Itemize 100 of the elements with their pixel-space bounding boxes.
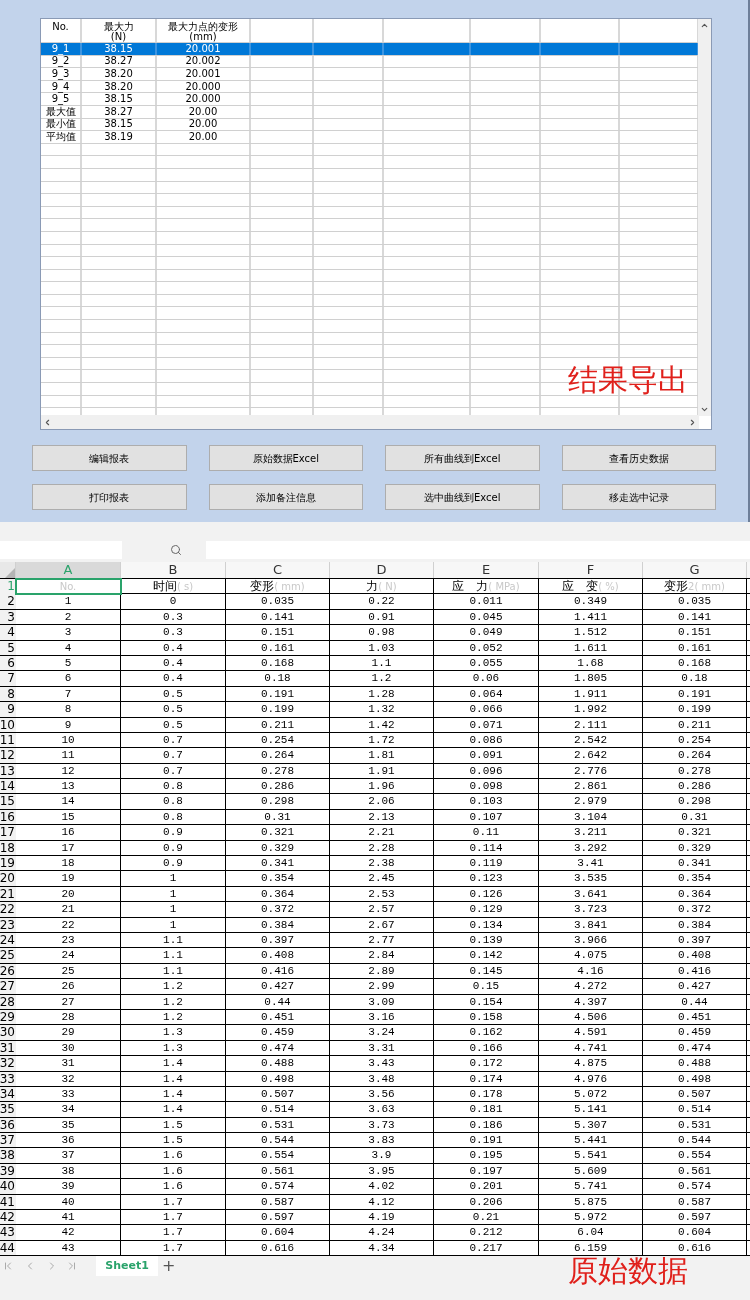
row-header[interactable]: 4 [0, 625, 16, 640]
table-cell: 0.154 [434, 994, 539, 1009]
row-header[interactable]: 22 [0, 902, 16, 917]
first-sheet-icon[interactable] [2, 1260, 14, 1273]
horizontal-scrollbar[interactable] [41, 415, 699, 429]
table-cell: 0.604 [226, 1225, 330, 1240]
table-cell: 17 [16, 840, 121, 856]
table-cell: 22 [16, 917, 121, 932]
table-cell: 0.211 [643, 717, 747, 732]
table-cell: 1.2 [330, 671, 434, 686]
row-header[interactable]: 12 [0, 748, 16, 763]
action-button[interactable]: 查看历史数据 [561, 445, 716, 471]
table-cell: 0.18 [643, 671, 747, 686]
table-cell: 4 [16, 640, 121, 655]
table-cell: 20.000 [185, 81, 221, 92]
row-header[interactable]: 25 [0, 948, 16, 963]
table-cell: 0.514 [226, 1102, 330, 1117]
search-icon[interactable] [169, 544, 182, 556]
row-header[interactable]: 38 [0, 1148, 16, 1163]
row-header[interactable]: 9 [0, 702, 16, 717]
scroll-right-icon[interactable] [688, 417, 697, 427]
table-cell: 8 [16, 702, 121, 717]
action-button[interactable]: 选中曲线到Excel [385, 484, 540, 510]
table-cell: 最小值 [45, 119, 76, 130]
table-cell: 1 [121, 902, 226, 917]
row-header[interactable]: 42 [0, 1210, 16, 1225]
action-button[interactable]: 所有曲线到Excel [385, 445, 540, 471]
table-cell: 7 [16, 686, 121, 702]
table-cell: 0.191 [643, 686, 747, 702]
row-header[interactable]: 14 [0, 779, 16, 794]
table-cell: 0 [121, 594, 226, 609]
action-button[interactable]: 原始数据Excel [208, 445, 363, 471]
row-header[interactable]: 43 [0, 1225, 16, 1240]
table-cell: 0.531 [643, 1117, 747, 1133]
table-cell: 5.741 [539, 1179, 643, 1194]
scroll-up-icon[interactable] [700, 21, 709, 30]
table-cell: 3 [16, 625, 121, 640]
table-cell: 2.45 [330, 871, 434, 886]
table-cell: 0.139 [434, 933, 539, 948]
table-cell: 0.071 [434, 717, 539, 732]
row-header[interactable]: 20 [0, 871, 16, 886]
row-header[interactable]: 40 [0, 1179, 16, 1194]
table-row[interactable]: 9_1 38.15 20.001 [41, 43, 698, 56]
row-header[interactable]: 2 [0, 594, 16, 609]
table-cell: 0.9 [121, 840, 226, 856]
row-header[interactable]: 15 [0, 794, 16, 809]
table-cell: 0.191 [434, 1133, 539, 1148]
table-row[interactable]: 9_5 38.15 20.000 [41, 93, 698, 106]
table-row[interactable]: 平均值 38.19 20.00 [41, 131, 698, 144]
table-cell: 0.7 [121, 732, 226, 748]
row-header[interactable]: 19 [0, 856, 16, 871]
row-header[interactable]: 32 [0, 1056, 16, 1071]
last-sheet-icon[interactable] [66, 1260, 78, 1273]
row-header[interactable]: 30 [0, 1025, 16, 1040]
row-header[interactable]: 37 [0, 1133, 16, 1148]
row-header[interactable]: 17 [0, 825, 16, 840]
table-cell: 0.114 [434, 840, 539, 856]
row-header[interactable]: 35 [0, 1102, 16, 1117]
table-cell: 0.254 [226, 732, 330, 748]
table-cell: 1.91 [330, 763, 434, 779]
action-button[interactable]: 移走选中记录 [561, 484, 716, 510]
table-cell: 1.42 [330, 717, 434, 732]
table-cell: 9_3 [51, 69, 70, 79]
table-cell: 3.535 [539, 871, 643, 886]
table-cell: 0.286 [226, 779, 330, 794]
select-all-corner[interactable] [0, 562, 16, 578]
table-cell: 5.141 [539, 1102, 643, 1117]
table-cell: 2.77 [330, 933, 434, 948]
table-cell: 0.7 [121, 763, 226, 779]
table-cell: 0.9 [121, 856, 226, 871]
action-button[interactable]: 打印报表 [32, 484, 187, 510]
table-cell: 0.168 [226, 655, 330, 671]
table-cell: 3.41 [539, 856, 643, 871]
scroll-down-icon[interactable] [700, 405, 709, 414]
table-cell: 0.15 [434, 979, 539, 994]
table-cell: 1.611 [539, 640, 643, 655]
table-cell: 0.298 [226, 794, 330, 809]
table-cell: 0.561 [226, 1163, 330, 1179]
row-header[interactable]: 27 [0, 979, 16, 994]
vertical-scrollbar[interactable] [698, 19, 711, 416]
table-cell: 0.498 [226, 1071, 330, 1086]
table-cell: 38.15 [104, 119, 133, 130]
scroll-left-icon[interactable] [43, 417, 52, 427]
table-cell: 0.498 [643, 1071, 747, 1086]
table-cell: 0.096 [434, 763, 539, 779]
action-button[interactable]: 添加备注信息 [208, 484, 363, 510]
add-sheet-button[interactable]: + [162, 1258, 176, 1275]
column-header: No. [52, 22, 69, 32]
table-cell: 2.542 [539, 732, 643, 748]
action-button[interactable]: 编辑报表 [32, 445, 187, 471]
table-cell: 32 [16, 1071, 121, 1086]
table-cell: 25 [16, 963, 121, 979]
table-cell: 0.052 [434, 640, 539, 655]
row-header[interactable]: 7 [0, 671, 16, 686]
table-cell: 1 [121, 871, 226, 886]
table-cell: 3.966 [539, 933, 643, 948]
table-cell: 9_1 [51, 43, 70, 54]
table-row[interactable]: 9_3 38.20 20.001 [41, 68, 698, 81]
header-cell[interactable]: 应 变( %) [539, 579, 643, 595]
table-cell: 0.264 [226, 748, 330, 763]
